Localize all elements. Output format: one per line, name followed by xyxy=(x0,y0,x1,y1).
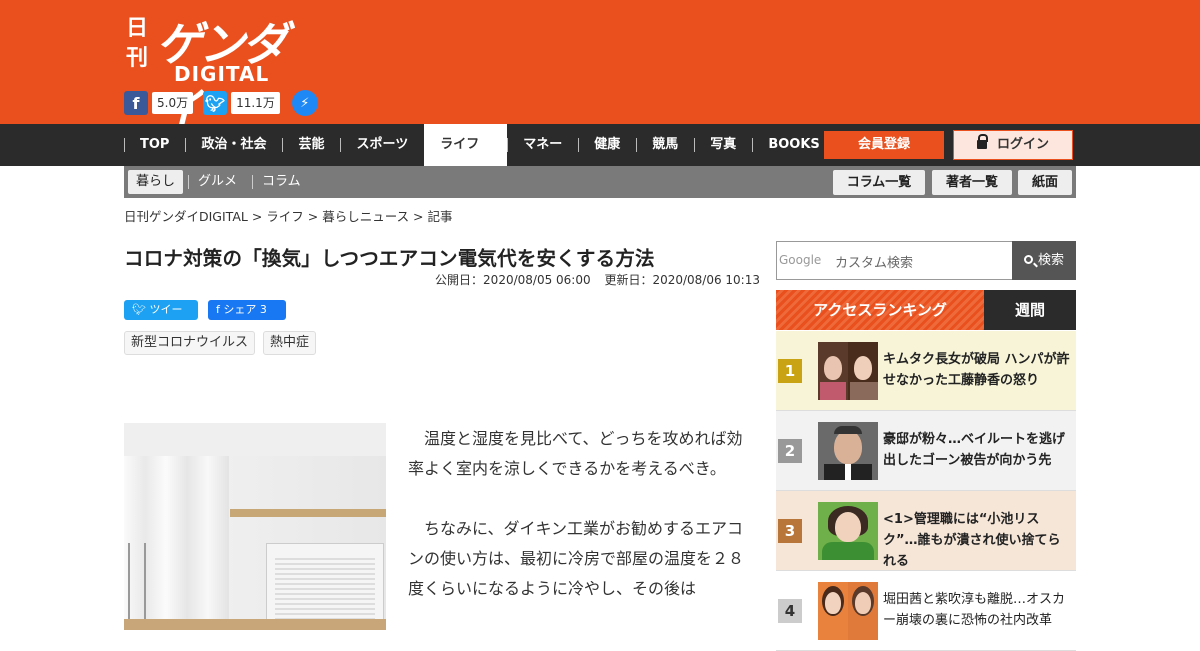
tab-weekly[interactable]: 週間 xyxy=(984,290,1076,330)
facebook-share-button[interactable]: f シェア 3 xyxy=(208,300,286,320)
published-date: 公開日：2020/08/05 06:00 xyxy=(435,273,591,287)
ranking-item[interactable]: 4 堀田茜と紫吹淳も離脱…オスカー崩壊の裏に恐怖の社内改革 xyxy=(776,571,1076,651)
lock-icon xyxy=(976,134,988,149)
nav-item-entertainment[interactable]: 芸能 xyxy=(282,124,340,166)
paper-button[interactable]: 紙面 xyxy=(1018,170,1072,195)
site-logo[interactable]: 日刊 ゲンダイ DIGITAL xyxy=(126,10,306,137)
login-button[interactable]: ログイン xyxy=(953,130,1073,160)
subnav-item-kurashi[interactable]: 暮らし xyxy=(128,170,184,194)
ranking-title: <1>管理職には“小池リスク”…誰もが潰され使い捨てられる xyxy=(883,512,1061,569)
search-icon xyxy=(1023,255,1033,264)
site-search: Google カスタム検索 検索 xyxy=(776,241,1076,280)
ranking-thumbnail xyxy=(818,582,878,640)
ranking-item[interactable]: 1 キムタク長女が破局 ハンパが許せなかった工藤静香の怒り xyxy=(776,331,1076,411)
tweet-button[interactable]: 🐦︎ ツイート xyxy=(124,300,198,336)
tag-covid[interactable]: 新型コロナウイルス xyxy=(124,331,256,355)
nav-item-top[interactable]: TOP xyxy=(124,124,185,166)
twitter-count: 11.1万 xyxy=(231,92,280,114)
article-title: コロナ対策の「換気」しつつエアコン電気代を安くする方法 xyxy=(124,247,655,270)
nav-item-health[interactable]: 健康 xyxy=(578,124,636,166)
ranking-thumbnail xyxy=(818,422,878,480)
facebook-icon[interactable]: f xyxy=(124,91,148,115)
ranking-item[interactable]: 3 <1>管理職には“小池リスク”…誰もが潰され使い捨てられる xyxy=(776,491,1076,571)
sub-nav: 暮らし グルメ コラム コラム一覧 著者一覧 紙面 xyxy=(124,166,1076,198)
logo-sub: DIGITAL xyxy=(174,62,270,86)
nav-item-money[interactable]: マネー xyxy=(507,124,578,166)
ranking-item[interactable]: 2 豪邸が粉々…ベイルートを逃げ出したゴーン被告が向かう先 xyxy=(776,411,1076,491)
rank-number: 1 xyxy=(778,359,802,383)
ranking-title: 堀田茜と紫吹淳も離脱…オスカー崩壊の裏に恐怖の社内改革 xyxy=(883,592,1066,628)
search-input[interactable]: カスタム検索 xyxy=(835,252,913,271)
article-photo xyxy=(124,423,386,630)
facebook-count: 5.0万 xyxy=(152,92,194,114)
article-body: 温度と湿度を見比べて、どっちを攻めれば効率よく室内を涼しくできるかを考えるべき。… xyxy=(408,424,753,604)
ranking-thumbnail xyxy=(818,342,878,400)
subnav-divider xyxy=(188,175,189,189)
nav-item-sports[interactable]: スポーツ xyxy=(340,124,424,166)
article-dates: 公開日：2020/08/05 06:00 更新日：2020/08/06 10:1… xyxy=(435,271,760,288)
twitter-icon[interactable]: 🐦︎ xyxy=(203,91,228,115)
authors-list-button[interactable]: 著者一覧 xyxy=(932,170,1012,195)
google-label: Google xyxy=(779,253,822,267)
nav-item-keiba[interactable]: 競馬 xyxy=(636,124,694,166)
global-nav: TOP 政治・社会 芸能 スポーツ ライフ マネー 健康 競馬 写真 BOOKS… xyxy=(0,124,1200,166)
column-list-button[interactable]: コラム一覧 xyxy=(833,170,925,195)
search-button[interactable]: 検索 xyxy=(1012,241,1076,280)
messenger-icon[interactable]: ⚡︎ xyxy=(291,90,318,116)
twitter-icon: 🐦︎ xyxy=(132,303,150,316)
article-paragraph: ちなみに、ダイキン工業がお勧めするエアコンの使い方は、最初に冷房で部屋の温度を２… xyxy=(408,519,745,598)
social-counters: f 5.0万 🐦︎ 11.1万 ⚡︎ xyxy=(124,90,318,116)
ranking-thumbnail xyxy=(818,502,878,560)
rank-number: 2 xyxy=(778,439,802,463)
subnav-item-column[interactable]: コラム xyxy=(262,170,301,194)
nav-item-photo[interactable]: 写真 xyxy=(694,124,752,166)
nav-item-politics[interactable]: 政治・社会 xyxy=(185,124,282,166)
subnav-divider xyxy=(252,175,253,189)
updated-date: 更新日：2020/08/06 10:13 xyxy=(604,273,760,287)
share-label: シェア 3 xyxy=(223,303,267,316)
nav-item-life[interactable]: ライフ xyxy=(424,124,508,166)
site-header: 日刊 ゲンダイ DIGITAL f 5.0万 🐦︎ 11.1万 ⚡︎ xyxy=(0,0,1200,137)
login-label: ログイン xyxy=(996,137,1049,152)
logo-kanji: 日刊 xyxy=(126,16,149,71)
rank-number: 3 xyxy=(778,519,802,543)
ranking-title: 豪邸が粉々…ベイルートを逃げ出したゴーン被告が向かう先 xyxy=(883,432,1066,468)
tab-access-ranking[interactable]: アクセスランキング xyxy=(776,290,984,330)
article-tags: 新型コロナウイルス 熱中症 xyxy=(124,331,317,355)
register-button[interactable]: 会員登録 xyxy=(824,131,944,159)
rank-number: 4 xyxy=(778,599,802,623)
ranking-title: キムタク長女が破局 ハンパが許せなかった工藤静香の怒り xyxy=(883,352,1070,388)
share-buttons: 🐦︎ ツイート f シェア 3 xyxy=(124,300,286,336)
ranking-header: アクセスランキング 週間 xyxy=(776,290,1076,330)
breadcrumb[interactable]: 日刊ゲンダイDIGITAL > ライフ > 暮らしニュース > 記事 xyxy=(124,206,453,225)
tag-heatstroke[interactable]: 熱中症 xyxy=(263,331,317,355)
search-button-label: 検索 xyxy=(1037,253,1064,268)
article-paragraph: 温度と湿度を見比べて、どっちを攻めれば効率よく室内を涼しくできるかを考えるべき。 xyxy=(408,429,743,478)
subnav-item-gourmet[interactable]: グルメ xyxy=(198,170,237,194)
